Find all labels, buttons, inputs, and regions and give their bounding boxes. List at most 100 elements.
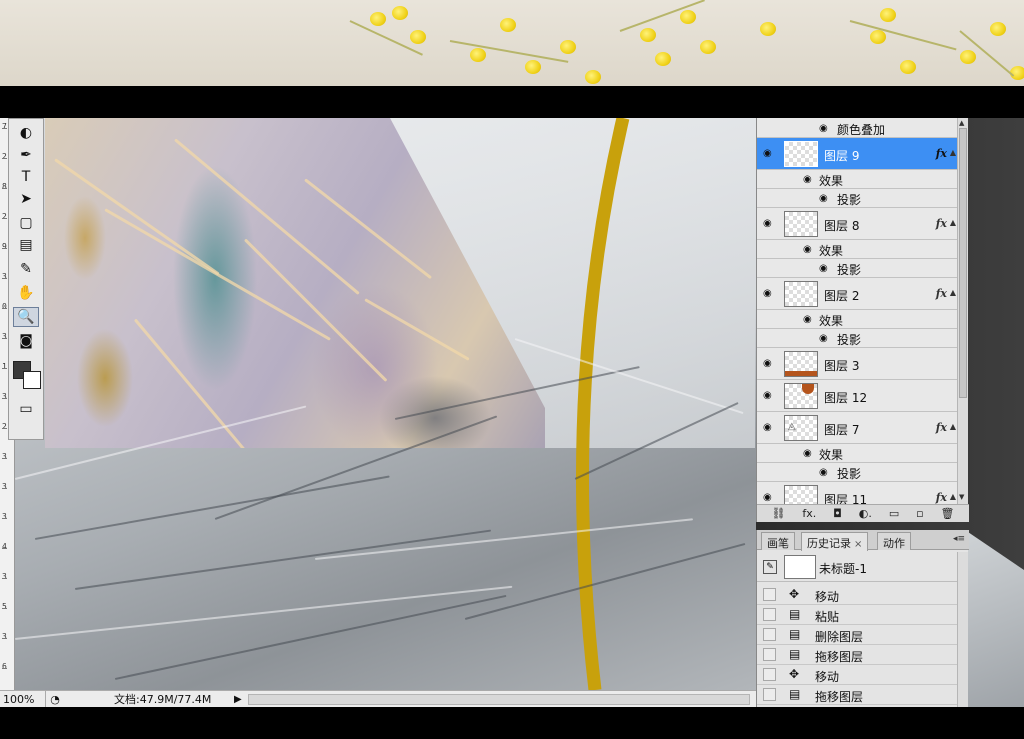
layer-row[interactable]: ◉ ◬ 图层 7 fx ▲ xyxy=(757,412,957,444)
move-tool-icon: ✥ xyxy=(789,587,800,601)
horizontal-scrollbar[interactable] xyxy=(247,693,750,705)
layer-effect-row[interactable]: ◉ 颜色叠加 xyxy=(757,118,957,138)
effects-visibility-icon[interactable]: ◉ xyxy=(803,174,812,185)
expand-arrow-icon[interactable]: ▲ xyxy=(950,148,956,157)
visibility-eye-icon[interactable]: ◉ xyxy=(763,423,777,433)
rectangle-shape-icon[interactable]: ▢ xyxy=(13,213,39,233)
notes-icon[interactable]: ▤ xyxy=(13,235,39,255)
ruler-label: 1 xyxy=(2,362,7,371)
new-layer-icon[interactable]: ▫ xyxy=(916,507,923,520)
snapshot-brush-icon[interactable]: ✎ xyxy=(763,560,777,574)
layer-row[interactable]: ◉ 图层 3 xyxy=(757,348,957,380)
history-step-checkbox[interactable] xyxy=(763,588,776,601)
history-step[interactable]: ✥ 移动 xyxy=(757,585,957,605)
scrollbar-thumb[interactable] xyxy=(959,128,967,398)
layer-row[interactable]: ◉ 图层 12 xyxy=(757,380,957,412)
history-scrollbar[interactable] xyxy=(957,552,968,707)
history-step-checkbox[interactable] xyxy=(763,668,776,681)
layer-row[interactable]: ◉ 图层 11 fx ▲ xyxy=(757,482,957,504)
effect-visibility-icon[interactable]: ◉ xyxy=(819,467,828,478)
expand-arrow-icon[interactable]: ▲ xyxy=(950,218,956,227)
history-snapshot[interactable]: ✎ 未标题-1 xyxy=(757,552,957,582)
layer-effects-row[interactable]: ◉ 效果 xyxy=(757,310,957,329)
lasso-icon[interactable]: ◐ xyxy=(13,123,39,143)
trash-icon[interactable]: 🗑 xyxy=(941,507,955,520)
layer-effects-row[interactable]: ◉ 效果 xyxy=(757,170,957,189)
expand-arrow-icon[interactable]: ▲ xyxy=(950,288,956,297)
panel-menu-icon[interactable]: ◂≡ xyxy=(953,534,965,544)
layer-row[interactable]: ◉ 图层 2 fx ▲ xyxy=(757,278,957,310)
flower-decoration xyxy=(470,48,486,62)
layer-effect-row[interactable]: ◉ 投影 xyxy=(757,463,957,482)
folder-icon[interactable]: ▭ xyxy=(889,507,899,520)
fx-badge[interactable]: fx xyxy=(936,287,947,300)
flower-decoration xyxy=(410,30,426,44)
path-selection-icon[interactable]: ➤ xyxy=(13,189,39,209)
layer-name: 图层 7 xyxy=(824,423,860,437)
type-icon[interactable]: T xyxy=(13,167,39,187)
expand-arrow-icon[interactable]: ▲ xyxy=(950,492,956,501)
status-menu-arrow-icon[interactable]: ▶ xyxy=(234,694,242,705)
layer-effects-row[interactable]: ◉ 效果 xyxy=(757,240,957,259)
effect-visibility-icon[interactable]: ◉ xyxy=(819,123,828,134)
layer-effect-row[interactable]: ◉ 投影 xyxy=(757,189,957,208)
history-step[interactable]: ▤ 拖移图层 xyxy=(757,645,957,665)
eyedropper-icon[interactable]: ✎ xyxy=(13,259,39,279)
scroll-down-icon[interactable]: ▼ xyxy=(959,493,964,501)
history-step-checkbox[interactable] xyxy=(763,628,776,641)
fx-badge[interactable]: fx xyxy=(936,421,947,434)
link-icon[interactable]: ⛓ xyxy=(771,507,785,520)
history-step-checkbox[interactable] xyxy=(763,688,776,701)
tab-2[interactable]: 动作 xyxy=(877,532,911,550)
effects-visibility-icon[interactable]: ◉ xyxy=(803,314,812,325)
document-canvas[interactable] xyxy=(15,118,756,690)
scroll-up-icon[interactable]: ▲ xyxy=(959,119,964,127)
effect-visibility-icon[interactable]: ◉ xyxy=(819,333,828,344)
history-step-checkbox[interactable] xyxy=(763,608,776,621)
effects-visibility-icon[interactable]: ◉ xyxy=(803,448,812,459)
fx-badge[interactable]: fx xyxy=(936,491,947,504)
layer-effects-row[interactable]: ◉ 效果 xyxy=(757,444,957,463)
adjustment-icon[interactable]: ◐. xyxy=(859,507,872,520)
tab-0[interactable]: 画笔 xyxy=(761,532,795,550)
status-info-icon[interactable]: ◔ xyxy=(46,693,64,706)
history-step[interactable]: ▤ 拖移图层 xyxy=(757,685,957,705)
effect-visibility-icon[interactable]: ◉ xyxy=(819,193,828,204)
history-step[interactable]: ✥ 移动 xyxy=(757,665,957,685)
background-color-swatch[interactable] xyxy=(23,371,41,389)
layer-thumbnail xyxy=(784,485,818,504)
screen-mode-icon[interactable]: ▭ xyxy=(13,399,39,419)
effects-visibility-icon[interactable]: ◉ xyxy=(803,244,812,255)
visibility-eye-icon[interactable]: ◉ xyxy=(763,219,777,229)
history-step[interactable]: ▤ 删除图层 xyxy=(757,625,957,645)
visibility-eye-icon[interactable]: ◉ xyxy=(763,391,777,401)
visibility-eye-icon[interactable]: ◉ xyxy=(763,289,777,299)
fx-icon[interactable]: fx. xyxy=(802,507,816,520)
layer-row[interactable]: ◉ 图层 8 fx ▲ xyxy=(757,208,957,240)
history-step-checkbox[interactable] xyxy=(763,648,776,661)
effect-visibility-icon[interactable]: ◉ xyxy=(819,263,828,274)
layer-name: 图层 8 xyxy=(824,219,860,233)
fx-badge[interactable]: fx xyxy=(936,217,947,230)
layer-effect-row[interactable]: ◉ 投影 xyxy=(757,259,957,278)
visibility-eye-icon[interactable]: ◉ xyxy=(763,493,777,503)
history-step[interactable]: ▤ 粘贴 xyxy=(757,605,957,625)
visibility-eye-icon[interactable]: ◉ xyxy=(763,359,777,369)
layers-scrollbar[interactable]: ▲ ▼ xyxy=(957,118,968,504)
mask-icon[interactable]: ◘ xyxy=(833,507,842,520)
quick-mask-icon[interactable]: ◙ xyxy=(13,331,39,351)
fx-badge[interactable]: fx xyxy=(936,147,947,160)
hand-icon[interactable]: ✋ xyxy=(13,283,39,303)
zoom-level[interactable]: 100% xyxy=(0,691,46,707)
layer-effect-row[interactable]: ◉ 投影 xyxy=(757,329,957,348)
close-icon[interactable]: × xyxy=(854,539,862,550)
zoom-icon[interactable]: 🔍 xyxy=(13,307,39,327)
ruler-label: 3 xyxy=(2,572,7,581)
ruler-label: 9 xyxy=(2,242,7,251)
pen-icon[interactable]: ✒ xyxy=(13,145,39,165)
visibility-eye-icon[interactable]: ◉ xyxy=(763,149,777,159)
layer-row[interactable]: ◉ 图层 9 fx ▲ xyxy=(757,138,957,170)
tab-1[interactable]: 历史记录 × xyxy=(801,532,869,551)
expand-arrow-icon[interactable]: ▲ xyxy=(950,422,956,431)
flower-decoration xyxy=(760,22,776,36)
